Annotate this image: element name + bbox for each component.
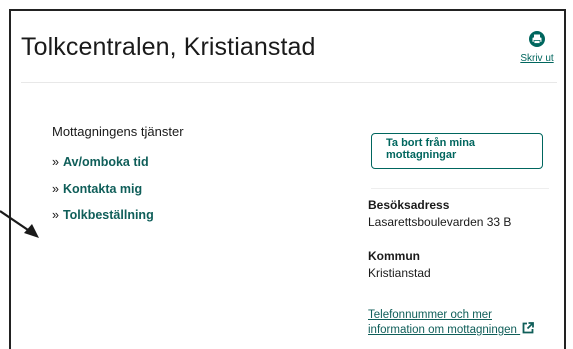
print-label: Skriv ut [520, 53, 554, 64]
service-link-label: Av/omboka tid [62, 155, 149, 169]
service-link-label: Tolkbeställning [62, 208, 154, 222]
sidebar-divider [371, 188, 549, 189]
service-link-reschedule[interactable]: » Av/omboka tid [52, 155, 149, 169]
more-info-link-label: Telefonnummer och mer information om mot… [368, 309, 517, 336]
print-link[interactable]: Skriv ut [512, 31, 562, 66]
service-link-contact[interactable]: » Kontakta mig [52, 182, 142, 196]
visit-address-value: Lasarettsboulevarden 33 B [368, 215, 512, 229]
service-link-interpreter-order[interactable]: » Tolkbeställning [52, 208, 154, 222]
content-frame: Tolkcentralen, Kristianstad Skriv ut Mot… [9, 9, 566, 349]
service-link-label: Kontakta mig [62, 182, 143, 196]
arrow-icon [0, 210, 39, 238]
header-divider [21, 82, 557, 83]
municipality-value: Kristianstad [368, 266, 431, 280]
printer-icon [529, 31, 545, 47]
services-heading: Mottagningens tjänster [52, 124, 184, 139]
external-link-icon [522, 322, 535, 334]
visit-address-label: Besöksadress [368, 198, 450, 212]
remove-from-my-clinics-button[interactable]: Ta bort från mina mottagningar [371, 133, 543, 169]
more-info-link[interactable]: Telefonnummer och mer information om mot… [368, 308, 548, 337]
page-title: Tolkcentralen, Kristianstad [21, 33, 316, 61]
municipality-label: Kommun [368, 249, 420, 263]
